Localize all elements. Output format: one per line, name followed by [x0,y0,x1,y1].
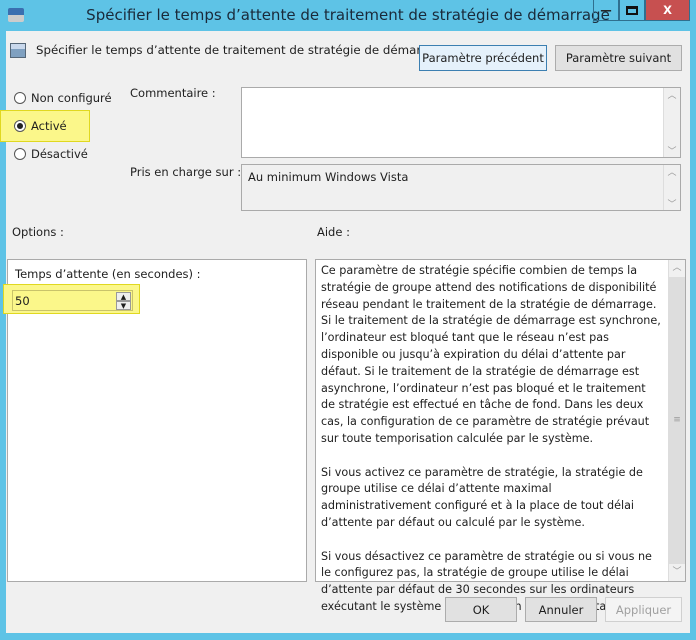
supported-field: Au minimum Windows Vista ︿ ﹀ [241,164,681,211]
supported-value: Au minimum Windows Vista [248,170,409,184]
policy-icon [10,43,26,58]
scroll-down-icon: ﹀ [667,147,677,157]
apply-button[interactable]: Appliquer [605,597,682,622]
scroll-down-icon: ﹀ [667,200,677,210]
radio-label: Activé [31,119,67,133]
window-title: Spécifier le temps d’attente de traiteme… [86,6,610,24]
radio-label: Désactivé [31,147,88,161]
help-scrollbar[interactable]: ︿ ≡ ﹀ [668,260,685,581]
help-paragraph: Ce paramètre de stratégie spécifie combi… [321,264,661,445]
next-setting-button[interactable]: Paramètre suivant [555,45,682,71]
help-paragraph: Si vous activez ce paramètre de stratégi… [321,465,643,529]
scroll-up-icon: ︿ [669,260,685,277]
minimize-button[interactable]: — [593,0,619,21]
timeout-value: 50 [15,293,30,308]
options-heading: Options : [12,225,64,239]
minimize-icon: — [600,3,612,17]
help-heading: Aide : [317,225,350,239]
comment-scrollbar[interactable]: ︿ ﹀ [663,88,680,157]
close-icon: X [663,3,672,17]
radio-enabled[interactable]: Activé [14,119,67,133]
radio-label: Non configuré [31,91,112,105]
radio-circle [14,120,26,132]
close-button[interactable]: X [645,0,690,21]
scroll-down-icon: ﹀ [669,564,685,581]
ok-button[interactable]: OK [445,597,517,622]
comment-label: Commentaire : [130,86,216,100]
spin-up-button[interactable]: ▲ [116,292,131,301]
scroll-up-icon: ︿ [667,168,677,178]
radio-disabled[interactable]: Désactivé [14,147,88,161]
radio-not-configured[interactable]: Non configuré [14,91,112,105]
radio-circle [14,92,26,104]
scroll-thumb-icon[interactable]: ≡ [673,412,681,429]
scroll-up-icon: ︿ [667,91,677,101]
previous-setting-button[interactable]: Paramètre précédent [419,45,547,71]
timeout-spinbox[interactable]: 50 ▲ ▼ [12,290,133,311]
timeout-label: Temps d’attente (en secondes) : [15,267,201,281]
maximize-button[interactable] [619,0,645,21]
policy-title: Spécifier le temps d’attente de traiteme… [36,43,448,57]
maximize-icon [626,5,638,15]
help-panel: Ce paramètre de stratégie spécifie combi… [315,259,686,613]
radio-circle [14,148,26,160]
comment-textarea[interactable]: ︿ ﹀ [241,87,681,158]
cancel-button[interactable]: Annuler [525,597,597,622]
supported-scrollbar[interactable]: ︿ ﹀ [663,165,680,210]
supported-label: Pris en charge sur : [130,165,242,179]
spin-down-button[interactable]: ▼ [116,301,131,310]
